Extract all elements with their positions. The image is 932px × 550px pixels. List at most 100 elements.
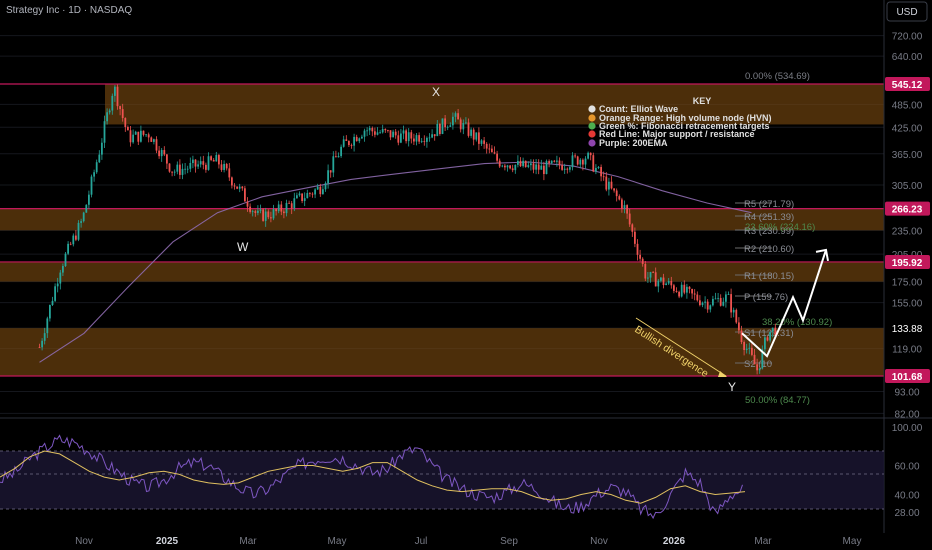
candle-body — [212, 159, 215, 162]
wave-y-label: Y — [728, 380, 736, 394]
candle-body — [207, 156, 210, 170]
candle-body — [353, 136, 355, 146]
candle-body — [371, 127, 374, 132]
rsi-tick-label: 40.00 — [894, 491, 919, 502]
candle-body — [488, 148, 491, 150]
fib-50-label: 50.00% (84.77) — [745, 395, 810, 406]
price-tick-label: 545.12 — [892, 80, 923, 91]
candle-body — [145, 134, 147, 136]
candle-body — [561, 165, 563, 170]
candle-body — [680, 284, 683, 297]
candle-body — [699, 300, 701, 306]
price-tick-label: 155.00 — [892, 299, 923, 310]
candle-body — [667, 280, 670, 284]
candle-body — [566, 168, 569, 170]
candle-body — [137, 131, 140, 142]
rsi-tick-label: 100.00 — [892, 423, 923, 434]
candle-body — [348, 140, 350, 146]
candle-body — [306, 193, 309, 199]
candle-body — [597, 166, 600, 168]
candle-body — [569, 167, 571, 170]
candle-body — [264, 211, 267, 221]
candle-body — [153, 139, 155, 142]
price-axis[interactable]: USD 720.00 640.00 545.12 485.00 425.00 365.00… — [885, 1, 930, 519]
candle-body — [608, 181, 610, 190]
candle-body — [140, 130, 142, 142]
candle-body — [220, 164, 223, 170]
currency-label: USD — [896, 7, 917, 18]
candle-body — [80, 221, 82, 223]
candle-body — [405, 130, 407, 142]
candle-body — [628, 213, 631, 225]
candle-body — [124, 118, 127, 128]
pivot-label-r1: R1 (180.15) — [744, 271, 794, 282]
candle-body — [670, 280, 673, 286]
candle-body — [244, 188, 246, 202]
candle-body — [717, 297, 719, 299]
candle-body — [127, 127, 129, 131]
candle-body — [491, 148, 493, 153]
candle-body — [90, 176, 93, 195]
candle-body — [480, 140, 483, 144]
candle-body — [644, 263, 647, 279]
candle-body — [678, 291, 680, 297]
candle-body — [496, 153, 498, 161]
key-item-ema: Purple: 200EMA — [599, 138, 668, 148]
candle-body — [387, 130, 389, 131]
candle-body — [574, 155, 576, 157]
trading-chart[interactable]: Strategy Inc · 1D · NASDAQ R5 (271.79) R… — [0, 0, 932, 550]
candle-body — [589, 152, 592, 156]
candle-body — [647, 277, 649, 279]
candle-body — [719, 297, 722, 306]
candle-body — [498, 160, 501, 167]
candle-body — [730, 294, 732, 313]
candle-body — [485, 143, 488, 149]
time-tick-label: Nov — [590, 536, 608, 547]
candle-body — [215, 155, 218, 162]
time-axis[interactable]: Nov 2025 Mar May Jul Sep Nov 2026 Mar May — [75, 536, 861, 547]
candle-body — [426, 137, 428, 142]
candle-body — [77, 222, 80, 240]
candle-body — [392, 131, 394, 138]
candle-body — [649, 272, 652, 278]
candle-body — [673, 285, 675, 291]
candle-body — [114, 86, 116, 96]
candle-body — [771, 327, 774, 332]
fib-0-label: 0.00% (534.69) — [745, 71, 810, 82]
candle-body — [475, 132, 478, 140]
pivot-label-r5: R5 (271.79) — [744, 199, 794, 210]
candle-body — [272, 209, 275, 219]
candle-body — [613, 188, 615, 191]
candle-body — [579, 159, 582, 165]
candle-body — [228, 168, 231, 178]
candle-body — [350, 145, 353, 146]
candle-body — [275, 209, 277, 212]
candle-body — [587, 152, 589, 159]
candle-body — [558, 160, 561, 166]
candle-body — [621, 199, 623, 209]
candle-body — [62, 266, 64, 273]
candle-body — [342, 139, 345, 147]
rsi-pane[interactable] — [0, 434, 884, 520]
candle-body — [743, 341, 745, 350]
candle-body — [394, 131, 397, 136]
candle-body — [249, 206, 251, 212]
candle-body — [314, 189, 316, 195]
candle-body — [132, 134, 134, 143]
key-title: KEY — [693, 96, 712, 106]
candle-body — [361, 136, 363, 139]
candle-body — [283, 211, 285, 214]
candle-body — [379, 132, 381, 134]
candle-body — [407, 132, 410, 142]
pivot-label-p: P (159.76) — [744, 292, 788, 303]
candle-body — [150, 137, 153, 142]
wave-w-label: W — [237, 240, 249, 254]
candle-body — [296, 195, 298, 199]
candle-body — [277, 204, 280, 212]
candle-body — [449, 125, 452, 127]
candle-body — [556, 160, 558, 162]
candle-body — [181, 168, 184, 175]
candle-body — [168, 163, 171, 172]
candle-body — [402, 130, 405, 134]
candle-body — [163, 150, 166, 155]
